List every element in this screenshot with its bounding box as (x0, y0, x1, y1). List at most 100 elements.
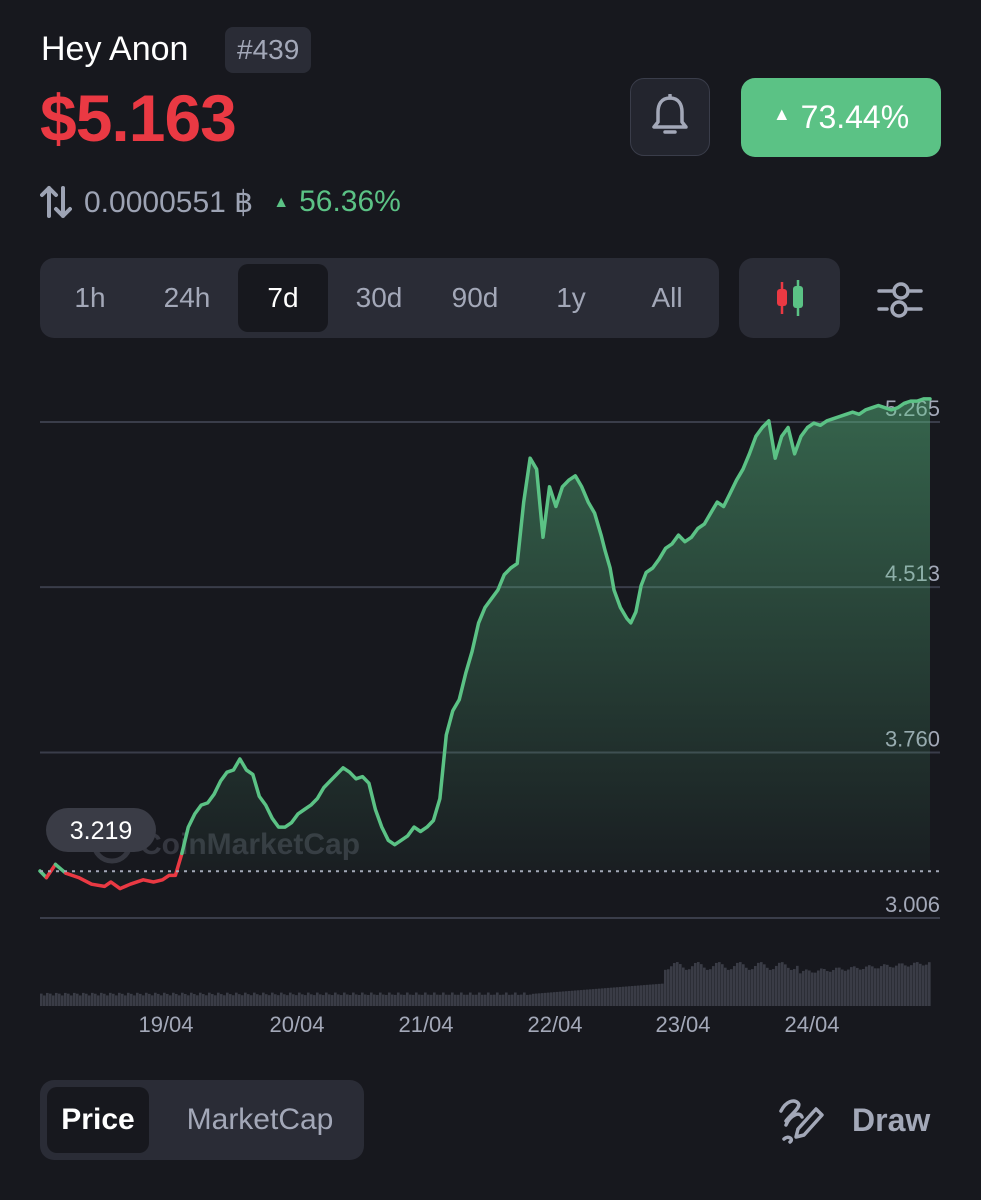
price-change-value: 73.44% (800, 99, 910, 135)
volume-bar (799, 973, 802, 1006)
toggle-marketcap[interactable]: MarketCap (162, 1087, 358, 1153)
volume-bar (682, 967, 685, 1006)
volume-bar (229, 994, 232, 1006)
volume-bar (214, 995, 217, 1006)
volume-bar (40, 993, 43, 1006)
candlestick-toggle-button[interactable] (739, 258, 840, 338)
volume-bar (202, 994, 205, 1006)
volume-bar (67, 993, 70, 1006)
volume-bar (838, 967, 841, 1006)
volume-bar (640, 985, 643, 1006)
price-alert-button[interactable] (630, 78, 710, 156)
volume-bar (184, 993, 187, 1006)
volume-bar (526, 994, 529, 1006)
range-tab-90d[interactable]: 90d (430, 264, 520, 332)
volume-bar (595, 988, 598, 1006)
volume-bar (427, 994, 430, 1006)
btc-price-row: 0.0000551 ฿ ▲ 56.36% (40, 180, 401, 224)
volume-bar (706, 969, 709, 1006)
range-tab-1y[interactable]: 1y (526, 264, 616, 332)
volume-bar (64, 992, 67, 1006)
volume-bar (919, 963, 922, 1006)
volume-bar (697, 962, 700, 1006)
volume-bar (298, 992, 301, 1006)
range-tab-7d[interactable]: 7d (238, 264, 328, 332)
x-tick-label: 21/04 (398, 1012, 453, 1037)
volume-bar (568, 990, 571, 1006)
volume-bar (469, 992, 472, 1006)
volume-bar (571, 990, 574, 1006)
volume-bar (196, 995, 199, 1006)
volume-bar (793, 969, 796, 1006)
volume-bar (118, 992, 121, 1006)
range-tab-1h[interactable]: 1h (50, 264, 130, 332)
draw-button[interactable]: Draw (778, 1090, 930, 1150)
volume-bar (565, 991, 568, 1006)
volume-bar (340, 995, 343, 1006)
volume-bar (325, 992, 328, 1006)
range-tab-all[interactable]: All (622, 264, 712, 332)
draw-pen-icon (779, 1099, 824, 1144)
volume-bar (886, 964, 889, 1006)
volume-bar (265, 994, 268, 1006)
volume-bar (871, 966, 874, 1006)
volume-bar (481, 994, 484, 1006)
volume-bar (466, 994, 469, 1006)
volume-bar (88, 995, 91, 1006)
volume-bar (904, 965, 907, 1006)
volume-bar (166, 993, 169, 1006)
volume-bar (394, 994, 397, 1006)
bell-icon (652, 94, 688, 134)
volume-bar (892, 967, 895, 1006)
volume-bar (391, 994, 394, 1006)
volume-bar (253, 992, 256, 1006)
volume-bar (322, 995, 325, 1006)
volume-bar (646, 984, 649, 1006)
volume-bar (670, 966, 673, 1006)
price-change-badge[interactable]: ▲ 73.44% (741, 78, 941, 157)
volume-bar (541, 993, 544, 1006)
volume-bar (154, 992, 157, 1006)
volume-bar (856, 967, 859, 1006)
volume-bar (133, 995, 136, 1006)
volume-bar (316, 992, 319, 1006)
volume-bar (550, 992, 553, 1006)
volume-bar (529, 994, 532, 1006)
volume-bar (637, 985, 640, 1006)
volume-bar (205, 995, 208, 1006)
volume-bar (742, 964, 745, 1006)
toggle-price[interactable]: Price (47, 1087, 149, 1153)
volume-bar (406, 992, 409, 1006)
volume-bar (370, 992, 373, 1006)
volume-bar (910, 965, 913, 1006)
range-tab-30d[interactable]: 30d (334, 264, 424, 332)
volume-bar (49, 993, 52, 1006)
price-chart[interactable]: 5.2654.5133.7603.006CoinMarketCap3.21919… (0, 380, 981, 1060)
volume-bar (355, 994, 358, 1006)
volume-bar (754, 965, 757, 1006)
volume-bar (319, 994, 322, 1006)
volume-bar (58, 993, 61, 1006)
swap-arrows-icon[interactable] (40, 185, 72, 219)
volume-bar (658, 983, 661, 1006)
volume-bar (745, 967, 748, 1006)
volume-bar (313, 995, 316, 1006)
volume-bar (613, 987, 616, 1006)
volume-bar (589, 989, 592, 1006)
volume-bar (790, 969, 793, 1006)
volume-bar (109, 992, 112, 1006)
volume-bar (598, 988, 601, 1006)
volume-bar (121, 993, 124, 1006)
volume-bar (247, 994, 250, 1006)
volume-bar (169, 995, 172, 1006)
volume-bar (94, 993, 97, 1006)
volume-bar (292, 994, 295, 1006)
btc-change: ▲ 56.36% (273, 185, 401, 219)
chart-settings-button[interactable] (868, 270, 932, 330)
volume-bar (853, 966, 856, 1006)
range-tab-24h[interactable]: 24h (142, 264, 232, 332)
volume-bar (829, 971, 832, 1006)
volume-bar (775, 965, 778, 1006)
volume-bar (349, 995, 352, 1006)
volume-bar (418, 994, 421, 1006)
